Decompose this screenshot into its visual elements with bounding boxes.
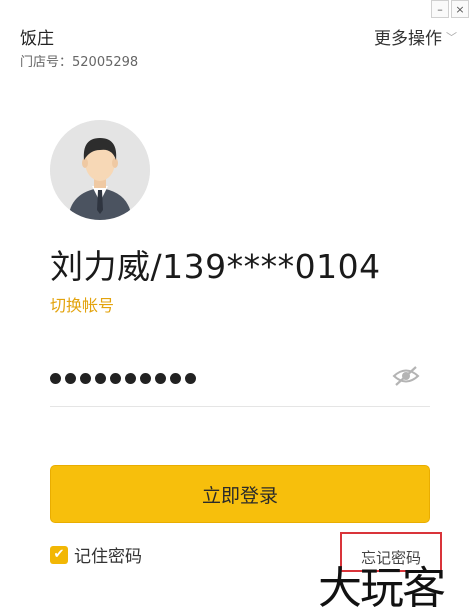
password-dot <box>95 372 106 384</box>
password-dot <box>155 372 166 384</box>
store-id: 门店号：52005298 <box>20 55 139 70</box>
password-dot <box>170 372 181 384</box>
password-dot <box>110 372 121 384</box>
password-dot <box>185 372 196 384</box>
avatar <box>50 120 150 220</box>
watermark-text: 大玩客 <box>318 563 446 614</box>
password-dot <box>140 372 151 384</box>
switch-account-link[interactable]: 切换帐号 <box>50 292 114 316</box>
remember-label: 记住密码 <box>74 547 142 567</box>
window-controls: – × <box>431 0 469 18</box>
password-dot <box>80 372 91 384</box>
password-dot <box>50 372 61 384</box>
more-actions-label: 更多操作 <box>374 29 442 49</box>
password-dot <box>65 372 76 384</box>
password-dot <box>125 372 136 384</box>
store-name: 饭庄 <box>20 29 54 49</box>
close-button[interactable]: × <box>451 0 469 18</box>
remember-password[interactable]: ✔ 记住密码 <box>50 542 142 567</box>
password-field[interactable] <box>50 350 430 407</box>
password-mask <box>50 372 196 384</box>
more-actions-dropdown[interactable]: 更多操作 ﹀ <box>374 24 457 49</box>
user-display-name: 刘力威/139****0104 <box>50 247 381 286</box>
login-button[interactable]: 立即登录 <box>50 465 430 523</box>
chevron-down-icon: ﹀ <box>446 30 457 44</box>
remember-checkbox[interactable]: ✔ <box>50 545 68 564</box>
hide-password-icon[interactable] <box>392 365 420 391</box>
minimize-button[interactable]: – <box>431 0 449 18</box>
user-avatar-icon <box>50 120 150 220</box>
